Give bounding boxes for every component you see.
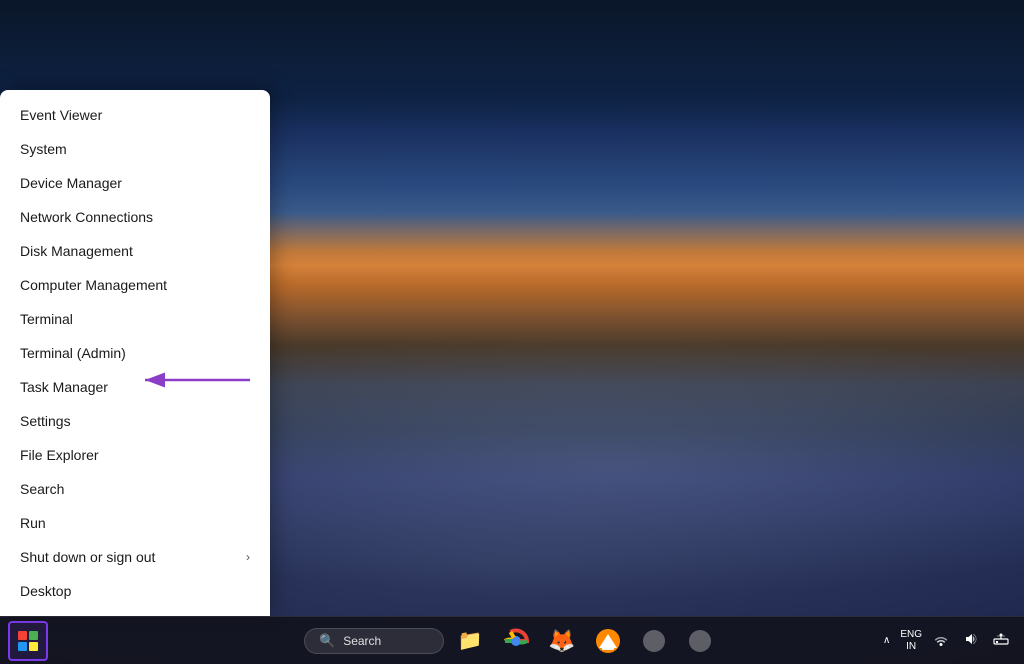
taskbar-tray: ∧ ENG IN bbox=[881, 629, 1024, 653]
volume-icon[interactable] bbox=[960, 629, 982, 652]
tray-expand-icon[interactable]: ∧ bbox=[881, 633, 892, 648]
menu-item-shut-down[interactable]: Shut down or sign out › bbox=[0, 540, 270, 574]
menu-item-computer-management[interactable]: Computer Management bbox=[0, 268, 270, 302]
app5-icon bbox=[641, 628, 667, 654]
menu-item-terminal[interactable]: Terminal bbox=[0, 302, 270, 336]
taskbar-search-bar[interactable]: 🔍 Search bbox=[304, 628, 444, 654]
menu-item-device-manager[interactable]: Device Manager bbox=[0, 166, 270, 200]
menu-item-file-explorer[interactable]: File Explorer bbox=[0, 438, 270, 472]
menu-item-network-connections[interactable]: Network Connections bbox=[0, 200, 270, 234]
network-icon[interactable] bbox=[990, 629, 1012, 652]
menu-item-run[interactable]: Run bbox=[0, 506, 270, 540]
taskbar-file-explorer[interactable]: 📁 bbox=[450, 621, 490, 661]
firefox-icon: 🦊 bbox=[548, 628, 575, 654]
taskbar-left bbox=[0, 621, 48, 661]
taskbar-search-label: Search bbox=[343, 634, 381, 648]
taskbar-app-5[interactable] bbox=[634, 621, 674, 661]
app6-icon bbox=[687, 628, 713, 654]
submenu-arrow-icon: › bbox=[246, 550, 250, 564]
menu-item-disk-management[interactable]: Disk Management bbox=[0, 234, 270, 268]
windows-logo-icon bbox=[18, 631, 38, 651]
taskbar-chrome[interactable] bbox=[496, 621, 536, 661]
wifi-icon[interactable] bbox=[930, 629, 952, 652]
menu-item-desktop[interactable]: Desktop bbox=[0, 574, 270, 608]
language-indicator[interactable]: ENG IN bbox=[900, 629, 922, 653]
logo-sq-3 bbox=[18, 642, 27, 651]
taskbar-vlc[interactable] bbox=[588, 621, 628, 661]
search-icon: 🔍 bbox=[319, 633, 335, 649]
menu-item-event-viewer[interactable]: Event Viewer bbox=[0, 98, 270, 132]
menu-item-settings[interactable]: Settings bbox=[0, 404, 270, 438]
menu-item-search[interactable]: Search bbox=[0, 472, 270, 506]
start-button[interactable] bbox=[8, 621, 48, 661]
vlc-icon bbox=[595, 628, 621, 654]
logo-sq-1 bbox=[18, 631, 27, 640]
taskbar: 🔍 Search 📁 🦊 bbox=[0, 616, 1024, 664]
folder-icon: 📁 bbox=[458, 628, 483, 653]
logo-sq-4 bbox=[29, 642, 38, 651]
context-menu: Event Viewer System Device Manager Netwo… bbox=[0, 90, 270, 616]
menu-item-task-manager[interactable]: Task Manager bbox=[0, 370, 270, 404]
menu-item-system[interactable]: System bbox=[0, 132, 270, 166]
chrome-icon bbox=[503, 628, 529, 654]
logo-sq-2 bbox=[29, 631, 38, 640]
taskbar-app-6[interactable] bbox=[680, 621, 720, 661]
taskbar-firefox[interactable]: 🦊 bbox=[542, 621, 582, 661]
taskbar-center: 🔍 Search 📁 🦊 bbox=[304, 621, 720, 661]
menu-item-terminal-admin[interactable]: Terminal (Admin) bbox=[0, 336, 270, 370]
